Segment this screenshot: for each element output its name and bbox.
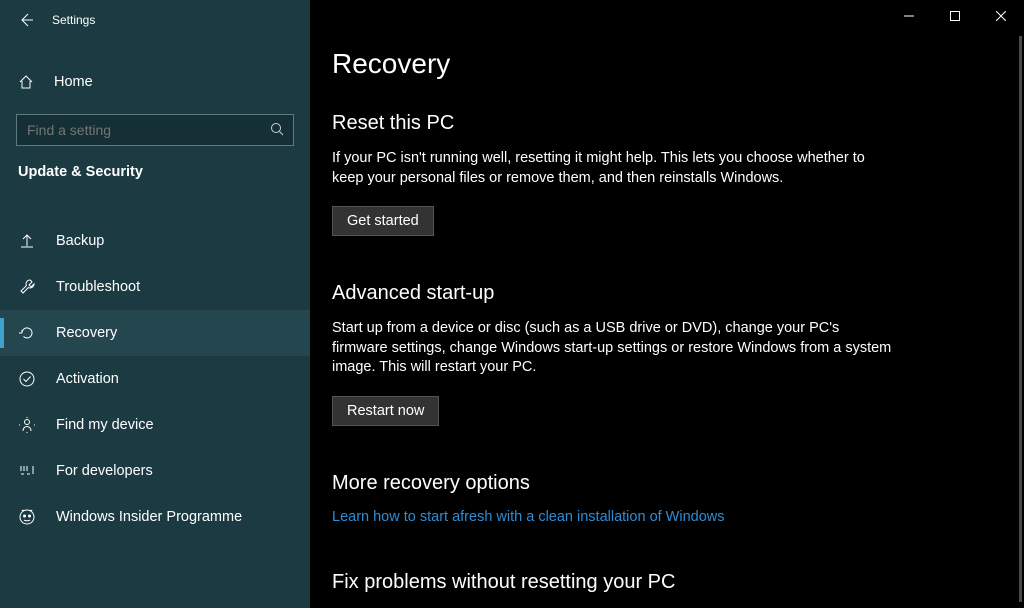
nav-item-label: For developers <box>56 463 153 479</box>
nav-item-label: Backup <box>56 233 104 249</box>
content-area: Recovery Reset this PC If your PC isn't … <box>310 0 1024 608</box>
category-heading: Update & Security <box>0 164 310 188</box>
find-device-icon <box>18 416 36 434</box>
nav-item-label: Find my device <box>56 417 154 433</box>
recovery-icon <box>18 324 36 342</box>
nav-item-label: Activation <box>56 371 119 387</box>
restart-now-button[interactable]: Restart now <box>332 396 439 426</box>
window-controls <box>310 0 1024 32</box>
backup-icon <box>18 232 36 250</box>
get-started-button[interactable]: Get started <box>332 206 434 236</box>
section-title: Fix problems without resetting your PC <box>332 571 892 594</box>
window-title: Settings <box>52 13 95 27</box>
nav-item-find-my-device[interactable]: Find my device <box>0 402 310 448</box>
search-icon <box>270 122 284 136</box>
section-advanced-startup: Advanced start-up Start up from a device… <box>332 282 892 426</box>
maximize-button[interactable] <box>932 0 978 32</box>
nav-item-insider[interactable]: Windows Insider Programme <box>0 494 310 540</box>
insider-icon <box>18 508 36 526</box>
nav-item-label: Windows Insider Programme <box>56 509 242 525</box>
section-body: Start up from a device or disc (such as … <box>332 319 892 378</box>
troubleshoot-icon <box>18 278 36 296</box>
nav-item-recovery[interactable]: Recovery <box>0 310 310 356</box>
sidebar: Settings Home Update & Security Backup T… <box>0 0 310 608</box>
section-fix-problems: Fix problems without resetting your PC <box>332 571 892 594</box>
section-title: Advanced start-up <box>332 282 892 305</box>
section-more-recovery: More recovery options Learn how to start… <box>332 472 892 525</box>
nav-item-for-developers[interactable]: For developers <box>0 448 310 494</box>
back-icon[interactable] <box>18 12 34 28</box>
nav-item-label: Troubleshoot <box>56 279 140 295</box>
developers-icon <box>18 462 36 480</box>
nav-list: Backup Troubleshoot Recovery Activation … <box>0 218 310 540</box>
nav-item-troubleshoot[interactable]: Troubleshoot <box>0 264 310 310</box>
scrollbar[interactable] <box>1019 36 1022 602</box>
nav-home-label: Home <box>54 74 93 90</box>
section-title: Reset this PC <box>332 112 892 135</box>
home-icon <box>18 74 34 90</box>
nav-item-activation[interactable]: Activation <box>0 356 310 402</box>
close-button[interactable] <box>978 0 1024 32</box>
nav-item-label: Recovery <box>56 325 117 341</box>
section-title: More recovery options <box>332 472 892 495</box>
clean-install-link[interactable]: Learn how to start afresh with a clean i… <box>332 509 892 525</box>
page-title: Recovery <box>332 48 1024 80</box>
activation-icon <box>18 370 36 388</box>
search-input[interactable] <box>16 114 294 146</box>
section-body: If your PC isn't running well, resetting… <box>332 149 892 188</box>
section-reset: Reset this PC If your PC isn't running w… <box>332 112 892 236</box>
page-content: Recovery Reset this PC If your PC isn't … <box>310 0 1024 608</box>
nav-home[interactable]: Home <box>0 62 310 102</box>
titlebar-left: Settings <box>0 0 310 40</box>
search-wrap <box>16 114 294 146</box>
nav-item-backup[interactable]: Backup <box>0 218 310 264</box>
minimize-button[interactable] <box>886 0 932 32</box>
